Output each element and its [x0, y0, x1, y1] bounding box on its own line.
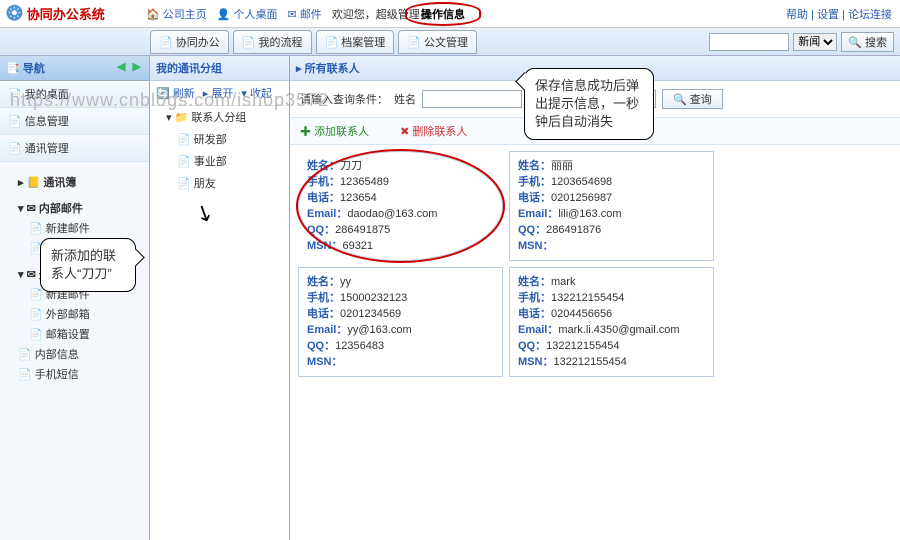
left-nav-header: 📑 导航 ◀ ▶: [0, 56, 149, 81]
btn-refresh[interactable]: 🔄 刷新: [156, 85, 195, 101]
tree-more-1[interactable]: 📄 手机短信: [4, 364, 145, 384]
group-0[interactable]: 📄 研发部: [150, 128, 289, 150]
contact-card-1[interactable]: 姓名：丽丽手机：1203654698电话：0201256987Email：lil…: [509, 151, 714, 261]
tree-addressbook[interactable]: ▸ 📒 通讯簿: [4, 172, 145, 192]
callout-save-success: 保存信息成功后弹出提示信息，一秒钟后自动消失: [524, 68, 654, 140]
operation-hint: 操作信息: [405, 2, 481, 26]
search-name-input[interactable]: [422, 90, 522, 108]
subtab-0[interactable]: 📄 协同办公: [150, 30, 229, 54]
top-search-type[interactable]: 新闻: [793, 33, 837, 51]
tree-more-0[interactable]: 📄 内部信息: [4, 344, 145, 364]
subtab-3[interactable]: 📄 公文管理: [398, 30, 477, 54]
top-nav: 🏠 公司主页 👤 个人桌面 ✉ 邮件: [146, 6, 322, 22]
btn-expand[interactable]: ▸ 展开: [203, 85, 234, 101]
contact-card-3[interactable]: 姓名：mark手机：132212155454电话：0204456656Email…: [509, 267, 714, 377]
subtab-1[interactable]: 📄 我的流程: [233, 30, 312, 54]
tree-internal-mail[interactable]: ▾ ✉ 内部邮件: [4, 198, 145, 218]
subtab-2[interactable]: 📄 档案管理: [316, 30, 395, 54]
nav-home[interactable]: 🏠 公司主页: [146, 6, 207, 22]
logo-text: 协同办公系统: [27, 4, 105, 23]
help-links[interactable]: 帮助 | 设置 | 论坛连接: [786, 6, 892, 22]
contact-card-0[interactable]: 姓名：刀刀手机：12365489电话：123654Email：daodao@16…: [298, 151, 503, 261]
group-1[interactable]: 📄 事业部: [150, 150, 289, 172]
tree-email-2[interactable]: 📄 邮箱设置: [4, 324, 145, 344]
group-root[interactable]: ▾ 📁 联系人分组: [150, 106, 289, 128]
nav-desktop[interactable]: 👤 个人桌面: [217, 6, 278, 22]
tree-imail-0[interactable]: 📄 新建邮件: [4, 218, 145, 238]
group-panel-title: 我的通讯分组: [150, 56, 289, 81]
add-contact[interactable]: ✚ 添加联系人: [300, 126, 383, 138]
leftnav-item-1[interactable]: 📄 信息管理: [0, 108, 149, 135]
logo-icon: ❂: [6, 1, 23, 26]
top-search-button[interactable]: 🔍 搜索: [841, 32, 894, 52]
nav-collapse-icons[interactable]: ◀ ▶: [117, 60, 143, 76]
search-label: 请输入查询条件：: [300, 91, 388, 107]
callout-new-contact: 新添加的联系人“刀刀”: [40, 238, 136, 292]
tree-email-1[interactable]: 📄 外部邮箱: [4, 304, 145, 324]
leftnav-item-2[interactable]: 📄 通讯管理: [0, 135, 149, 162]
group-2[interactable]: 📄 朋友: [150, 172, 289, 194]
btn-collapse[interactable]: ▾ 收起: [241, 85, 272, 101]
search-button[interactable]: 🔍 查询: [662, 89, 723, 109]
nav-mail[interactable]: ✉ 邮件: [288, 6, 322, 22]
app-logo: ❂ 协同办公系统: [6, 1, 146, 26]
leftnav-item-0[interactable]: 📄 我的桌面: [0, 81, 149, 108]
top-search-input[interactable]: [709, 33, 789, 51]
delete-contact[interactable]: ✖ 删除联系人: [400, 126, 481, 138]
contact-card-2[interactable]: 姓名：yy手机：15000232123电话：0201234569Email：yy…: [298, 267, 503, 377]
